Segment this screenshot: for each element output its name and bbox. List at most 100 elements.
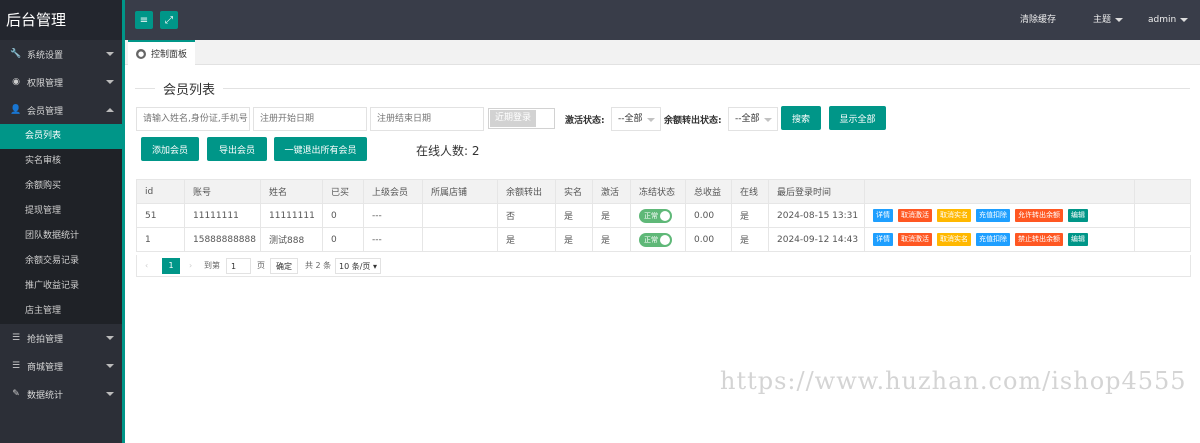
leaf-icon: ✎ — [12, 389, 20, 399]
col-frozen: 冻结状态 — [630, 179, 686, 204]
caret-down-icon — [1115, 17, 1124, 22]
sidebar: 后台管理 🔧 系统设置 ◉ 权限管理 👤 会员管理 会员列表 实名审核 余额购买… — [0, 0, 125, 443]
sidebar-item-mall[interactable]: ☰ 商城管理 — [0, 352, 122, 380]
balance-status-select[interactable]: --全部 — [728, 107, 778, 131]
toggle-knob — [660, 210, 670, 221]
frozen-toggle[interactable]: 正常 — [639, 232, 672, 247]
sidebar-item-members[interactable]: 👤 会员管理 — [0, 96, 122, 124]
table-header-row: id 账号 姓名 已买 上级会员 所属店铺 余额转出 实名 激活 冻结状态 总收… — [136, 179, 1191, 204]
cell-parent: --- — [363, 227, 423, 252]
sidebar-item-statistics[interactable]: ✎ 数据统计 — [0, 380, 122, 408]
col-income: 总收益 — [685, 179, 732, 204]
col-id: id — [136, 179, 185, 204]
col-transfer: 余额转出 — [497, 179, 556, 204]
frozen-toggle[interactable]: 正常 — [639, 208, 672, 223]
chevron-up-icon — [106, 108, 114, 112]
cell-bought: 0 — [322, 203, 364, 228]
cell-last-login: 2024-08-15 13:31 — [768, 203, 865, 228]
clear-cache-link[interactable]: 清除缓存 — [1020, 0, 1056, 40]
toggle-knob — [660, 234, 670, 245]
goto-confirm-button[interactable]: 确定 — [270, 258, 298, 274]
cell-activated: 是 — [592, 203, 631, 228]
cancel-activation-button[interactable]: 取消激活 — [898, 233, 932, 246]
cell-activated: 是 — [592, 227, 631, 252]
user-menu[interactable]: admin — [1148, 0, 1189, 40]
chevron-down-icon — [106, 364, 114, 368]
sidebar-subitem-balance-records[interactable]: 余额交易记录 — [0, 249, 122, 274]
frozen-toggle-label: 正常 — [644, 211, 658, 220]
forbid-transfer-button[interactable]: 禁止转出余额 — [1015, 233, 1063, 246]
cell-shop — [422, 203, 498, 228]
recent-login-label: 近期登录 — [490, 110, 536, 127]
edit-button[interactable]: 编辑 — [1068, 233, 1088, 246]
recharge-deduct-button[interactable]: 充值扣除 — [976, 209, 1010, 222]
recent-login-toggle[interactable]: 近期登录 — [488, 108, 555, 129]
col-bought: 已买 — [322, 179, 364, 204]
cell-frozen: 正常 — [630, 227, 686, 252]
export-members-button[interactable]: 导出会员 — [207, 137, 267, 161]
pagination: ‹ 1 › 到第 1 页 确定 共 2 条 10 条/页 ▾ — [136, 255, 1191, 277]
sidebar-item-label: 数据统计 — [27, 390, 64, 401]
sidebar-subitem-withdrawals[interactable]: 提现管理 — [0, 199, 122, 224]
main-content: 会员列表 近期登录 激活状态: --全部 余额转出状态: --全部 搜索 显示全… — [125, 65, 1200, 443]
topbar: ≡ ⤢ 清除缓存 主题 admin — [125, 0, 1200, 40]
details-button[interactable]: 详情 — [873, 209, 893, 222]
chevron-down-icon — [106, 52, 114, 56]
col-account: 账号 — [184, 179, 261, 204]
sidebar-item-label: 商城管理 — [27, 362, 64, 373]
page-number-input[interactable]: 1 — [226, 258, 251, 274]
show-all-button[interactable]: 显示全部 — [829, 106, 886, 130]
search-button[interactable]: 搜索 — [781, 106, 821, 130]
sidebar-subitem-promo-income[interactable]: 推广收益记录 — [0, 274, 122, 299]
sidebar-subitem-balance-purchase[interactable]: 余额购买 — [0, 174, 122, 199]
add-member-button[interactable]: 添加会员 — [141, 137, 199, 161]
menu-toggle-button[interactable]: ≡ — [135, 11, 153, 29]
sidebar-subitem-member-list[interactable]: 会员列表 — [0, 124, 122, 149]
members-table: id 账号 姓名 已买 上级会员 所属店铺 余额转出 实名 激活 冻结状态 总收… — [136, 179, 1191, 252]
search-input[interactable] — [136, 107, 250, 131]
cell-last-login: 2024-09-12 14:43 — [768, 227, 865, 252]
sidebar-subitem-realname-review[interactable]: 实名审核 — [0, 149, 122, 174]
page-size-value: 10 条/页 — [339, 262, 371, 271]
fullscreen-button[interactable]: ⤢ — [160, 11, 178, 29]
page-title: 会员列表 — [155, 79, 224, 98]
page-size-select[interactable]: 10 条/页 ▾ — [335, 258, 381, 274]
allow-transfer-button[interactable]: 允许转出余额 — [1015, 209, 1063, 222]
reg-start-date-input[interactable] — [253, 107, 367, 131]
recharge-deduct-button[interactable]: 充值扣除 — [976, 233, 1010, 246]
next-page-button[interactable]: › — [189, 258, 192, 274]
sidebar-item-system-settings[interactable]: 🔧 系统设置 — [0, 40, 122, 68]
col-realname: 实名 — [555, 179, 593, 204]
cell-transfer: 是 — [497, 227, 556, 252]
goto-label: 到第 — [204, 261, 220, 270]
sidebar-item-label: 会员管理 — [27, 106, 64, 117]
total-count: 共 2 条 — [305, 261, 332, 270]
edit-button[interactable]: 编辑 — [1068, 209, 1088, 222]
table-row: 51 11111111 11111111 0 --- 否 是 是 正常 0.00… — [136, 203, 1191, 228]
sidebar-subitem-team-stats[interactable]: 团队数据统计 — [0, 224, 122, 249]
tab-dashboard[interactable]: ● 控制面板 — [128, 40, 196, 65]
sidebar-item-auction[interactable]: ☰ 抢拍管理 — [0, 324, 122, 352]
cell-realname: 是 — [555, 203, 593, 228]
list-icon: ☰ — [11, 333, 21, 343]
theme-menu[interactable]: 主题 — [1093, 0, 1124, 40]
prev-page-button[interactable]: ‹ — [145, 258, 148, 274]
cancel-realname-button[interactable]: 取消实名 — [937, 209, 971, 222]
sidebar-subitem-shop-owners[interactable]: 店主管理 — [0, 299, 122, 324]
sidebar-item-label: 系统设置 — [27, 50, 64, 61]
activate-status-value: --全部 — [618, 114, 643, 124]
cancel-realname-button[interactable]: 取消实名 — [937, 233, 971, 246]
sidebar-item-permissions[interactable]: ◉ 权限管理 — [0, 68, 122, 96]
balance-status-value: --全部 — [735, 114, 760, 124]
cell-account: 11111111 — [184, 203, 261, 228]
cancel-activation-button[interactable]: 取消激活 — [898, 209, 932, 222]
col-spacer — [1134, 179, 1191, 204]
reg-end-date-input[interactable] — [370, 107, 484, 131]
col-actions — [864, 179, 1135, 204]
balance-status-label: 余额转出状态: — [664, 116, 722, 126]
current-page[interactable]: 1 — [162, 258, 180, 274]
logout-all-button[interactable]: 一键退出所有会员 — [274, 137, 367, 161]
details-button[interactable]: 详情 — [873, 233, 893, 246]
activate-status-select[interactable]: --全部 — [611, 107, 661, 131]
tab-label: 控制面板 — [151, 50, 188, 60]
